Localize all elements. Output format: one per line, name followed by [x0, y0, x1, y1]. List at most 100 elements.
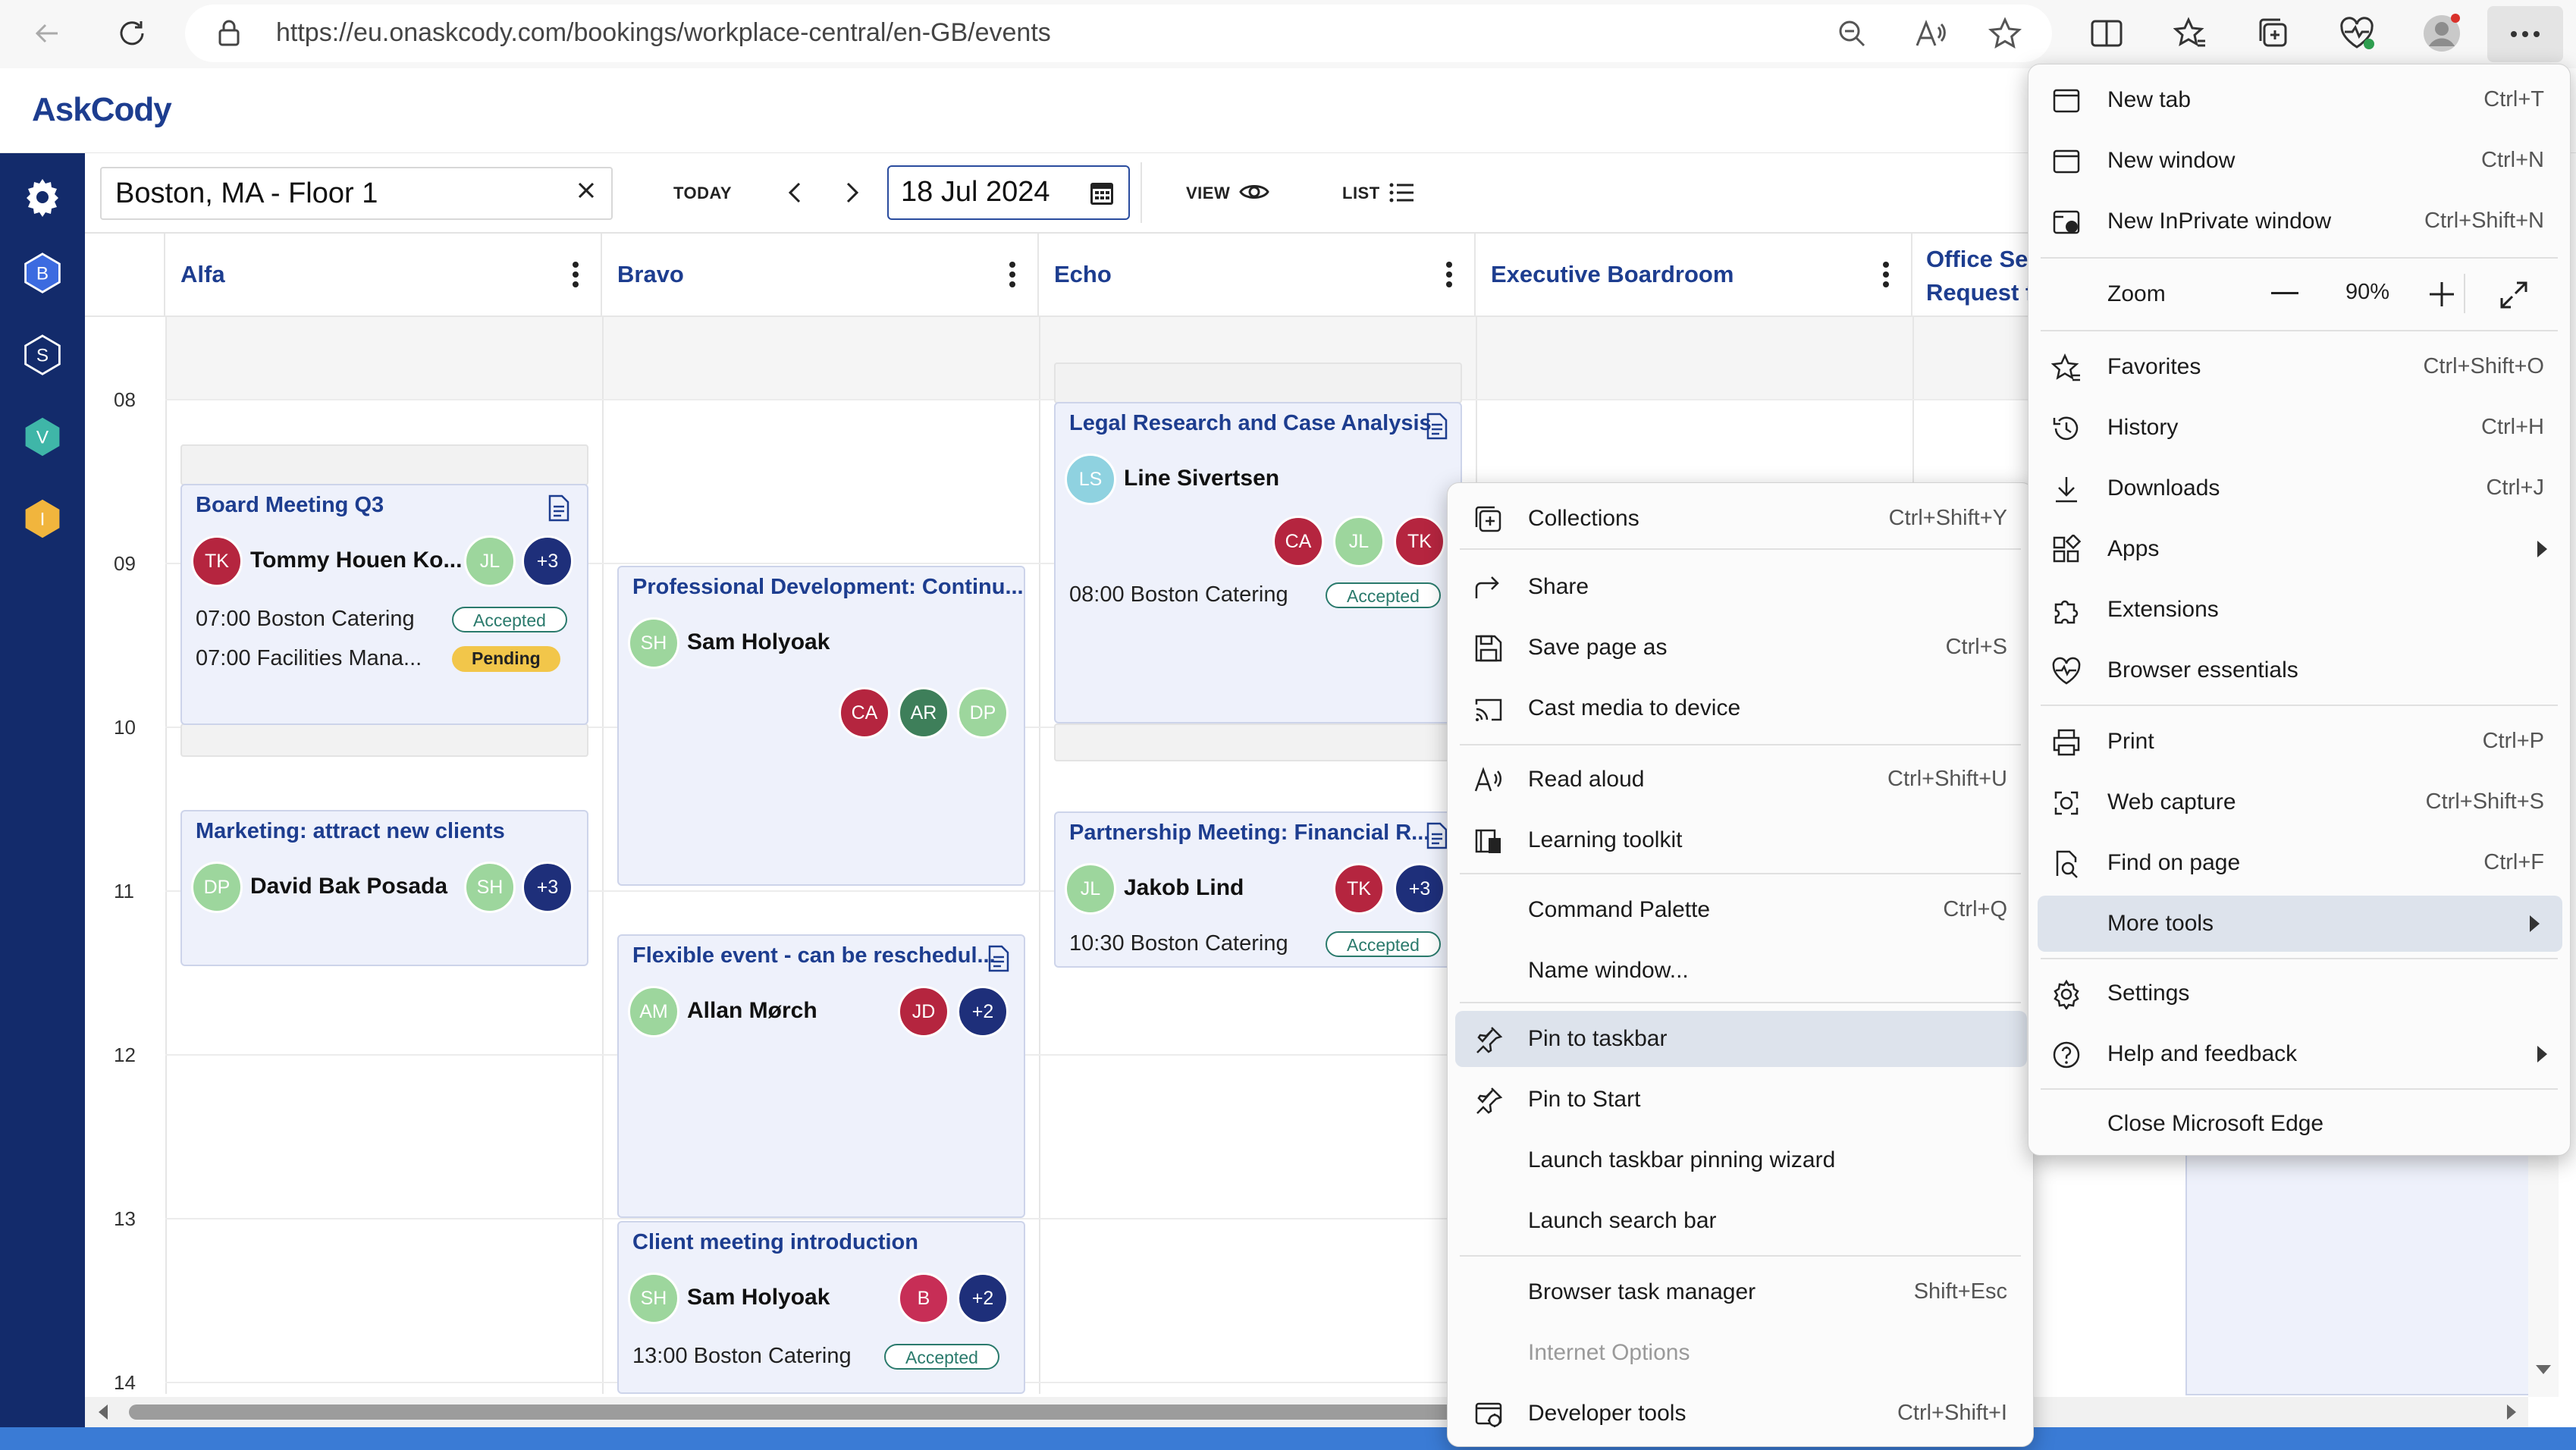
- menu-item-new-inprivate[interactable]: New InPrivate window Ctrl+Shift+N: [2028, 193, 2570, 250]
- organizer-name: Tommy Houen Ko...: [250, 548, 463, 573]
- menu-item-new-tab[interactable]: New tab Ctrl+T: [2028, 72, 2570, 128]
- view-button[interactable]: VIEW: [1186, 184, 1230, 203]
- clear-location-icon[interactable]: [575, 179, 598, 202]
- organizer-name: Allan Mørch: [687, 998, 817, 1023]
- date-input[interactable]: 18 Jul 2024: [887, 165, 1130, 220]
- sidebar-item-i[interactable]: I: [21, 497, 64, 540]
- settings-gear-icon[interactable]: [21, 176, 64, 218]
- time-column-header: [85, 234, 165, 317]
- split-screen-icon[interactable]: [2084, 11, 2129, 56]
- menu-item-launch-search-bar[interactable]: Launch search bar: [1448, 1193, 2033, 1249]
- scroll-left-icon[interactable]: [99, 1404, 108, 1420]
- document-icon[interactable]: [987, 945, 1010, 972]
- favorite-star-icon[interactable]: [1988, 17, 2022, 50]
- scroll-right-icon[interactable]: [2507, 1404, 2516, 1420]
- menu-item-developer-tools[interactable]: Developer tools Ctrl+Shift+I: [1448, 1386, 2033, 1442]
- event-card[interactable]: Legal Research and Case Analysis LS Line…: [1054, 402, 1462, 723]
- location-input[interactable]: Boston, MA - Floor 1: [100, 167, 613, 220]
- event-card[interactable]: Board Meeting Q3 TK Tommy Houen Ko... JL…: [180, 484, 588, 725]
- menu-separator: [1460, 548, 2021, 550]
- back-icon[interactable]: [24, 11, 70, 56]
- menu-item-downloads[interactable]: Downloads Ctrl+J: [2028, 460, 2570, 516]
- menu-item-collections[interactable]: Collections Ctrl+Shift+Y: [1448, 491, 2033, 547]
- menu-item-close-edge[interactable]: Close Microsoft Edge: [2028, 1096, 2570, 1152]
- menu-item-browser-essentials[interactable]: Browser essentials: [2028, 642, 2570, 698]
- app-logo[interactable]: AskCody: [32, 91, 172, 129]
- sidebar-item-s[interactable]: S: [21, 334, 64, 376]
- menu-item-pin-to-taskbar[interactable]: Pin to taskbar: [1455, 1011, 2027, 1067]
- column-options-icon[interactable]: [1445, 261, 1453, 288]
- menu-item-find-on-page[interactable]: Find on page Ctrl+F: [2028, 835, 2570, 891]
- status-badge: Accepted: [452, 607, 567, 632]
- menu-item-taskbar-pinning-wizard[interactable]: Launch taskbar pinning wizard: [1448, 1132, 2033, 1188]
- menu-item-name-window[interactable]: Name window...: [1448, 943, 2033, 999]
- menu-item-settings[interactable]: Settings: [2028, 965, 2570, 1022]
- event-card[interactable]: Professional Development: Continu... SH …: [617, 566, 1025, 886]
- zoom-in-button[interactable]: [2427, 280, 2456, 309]
- zoom-out-button[interactable]: [2271, 292, 2298, 294]
- column-options-icon[interactable]: [572, 261, 579, 288]
- cast-icon: [1475, 698, 1502, 721]
- organizer-name: David Bak Posada: [250, 874, 448, 899]
- grid-divider: [602, 317, 604, 1394]
- column-options-icon[interactable]: [1009, 261, 1016, 288]
- event-card[interactable]: Marketing: attract new clients DP David …: [180, 810, 588, 966]
- menu-item-cast-media[interactable]: Cast media to device: [1448, 680, 2033, 736]
- menu-item-help-feedback[interactable]: Help and feedback: [2028, 1026, 2570, 1082]
- menu-item-pin-to-start[interactable]: Pin to Start: [1448, 1072, 2033, 1128]
- event-card[interactable]: Partnership Meeting: Financial R... JL J…: [1054, 811, 1462, 968]
- menu-item-save-page-as[interactable]: Save page as Ctrl+S: [1448, 620, 2033, 676]
- favorites-icon[interactable]: [2167, 11, 2213, 56]
- menu-item-print[interactable]: Print Ctrl+P: [2028, 714, 2570, 770]
- browser-settings-menu: New tab Ctrl+T New window Ctrl+N New InPri…: [2028, 64, 2571, 1156]
- fullscreen-icon[interactable]: [2499, 280, 2529, 310]
- document-icon[interactable]: [1426, 413, 1448, 440]
- browser-toolbar: https://eu.onaskcody.com/bookings/workpl…: [0, 0, 2576, 68]
- list-icon[interactable]: [1389, 182, 1415, 203]
- favorites-icon: [2051, 353, 2080, 381]
- horizontal-scrollbar[interactable]: [85, 1397, 2528, 1427]
- column-name: Bravo: [617, 261, 684, 287]
- menu-item-learning-toolkit[interactable]: Learning toolkit: [1448, 812, 2033, 868]
- today-button[interactable]: TODAY: [673, 184, 732, 203]
- calendar-icon[interactable]: [1089, 179, 1115, 206]
- menu-item-read-aloud[interactable]: Read aloud Ctrl+Shift+U: [1448, 752, 2033, 808]
- event-card[interactable]: Client meeting introduction SH Sam Holyo…: [617, 1221, 1025, 1394]
- column-options-icon[interactable]: [1882, 261, 1890, 288]
- menu-item-favorites[interactable]: Favorites Ctrl+Shift+O: [2028, 339, 2570, 395]
- read-aloud-icon: [1474, 767, 1501, 792]
- browser-essentials-icon[interactable]: [2334, 11, 2380, 56]
- event-card-partial[interactable]: [2185, 1153, 2542, 1395]
- eye-icon[interactable]: [1239, 180, 1269, 203]
- menu-item-extensions[interactable]: Extensions: [2028, 582, 2570, 638]
- menu-item-browser-task-manager[interactable]: Browser task manager Shift+Esc: [1448, 1264, 2033, 1320]
- lock-icon[interactable]: [217, 20, 241, 47]
- read-aloud-icon[interactable]: [1914, 18, 1947, 49]
- menu-item-web-capture[interactable]: Web capture Ctrl+Shift+S: [2028, 774, 2570, 830]
- menu-item-more-tools[interactable]: More tools: [2038, 896, 2562, 952]
- event-title: Partnership Meeting: Financial R...: [1069, 821, 1430, 845]
- menu-item-share[interactable]: Share: [1448, 559, 2033, 615]
- refresh-icon[interactable]: [109, 11, 155, 56]
- menu-item-command-palette[interactable]: Command Palette Ctrl+Q: [1448, 882, 2033, 938]
- menu-item-apps[interactable]: Apps: [2028, 521, 2570, 577]
- previous-day-icon[interactable]: [784, 179, 807, 206]
- event-card[interactable]: Flexible event - can be reschedul... AM …: [617, 934, 1025, 1218]
- menu-item-new-window[interactable]: New window Ctrl+N: [2028, 133, 2570, 189]
- document-icon[interactable]: [548, 494, 570, 522]
- next-day-icon[interactable]: [840, 179, 863, 206]
- sidebar-item-v[interactable]: V: [21, 416, 64, 458]
- profile-avatar-icon[interactable]: [2419, 11, 2465, 56]
- horizontal-scroll-thumb[interactable]: [129, 1404, 1539, 1420]
- save-icon: [1475, 635, 1502, 662]
- menu-item-history[interactable]: History Ctrl+H: [2028, 400, 2570, 456]
- scroll-down-icon[interactable]: [2536, 1365, 2551, 1374]
- more-menu-icon[interactable]: [2487, 6, 2563, 62]
- zoom-out-icon[interactable]: [1837, 18, 1867, 49]
- list-button[interactable]: LIST: [1342, 184, 1380, 203]
- menu-separator: [2041, 330, 2558, 331]
- collections-icon[interactable]: [2251, 11, 2296, 56]
- address-bar[interactable]: https://eu.onaskcody.com/bookings/workpl…: [185, 5, 2052, 62]
- document-icon[interactable]: [1426, 822, 1448, 849]
- sidebar-item-b[interactable]: B: [21, 252, 64, 294]
